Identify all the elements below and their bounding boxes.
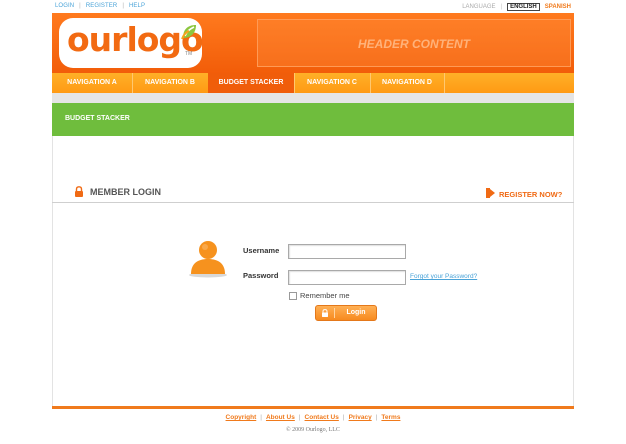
main-navigation: NAVIGATION A NAVIGATION B BUDGET STACKER… [52, 73, 574, 93]
nav-item-a[interactable]: NAVIGATION A [52, 73, 133, 93]
separator: | [500, 4, 503, 10]
separator: | [260, 414, 262, 421]
footer-link-contact[interactable]: Contact Us [305, 414, 339, 421]
lock-icon [75, 186, 83, 197]
trademark-mark: TM [185, 51, 193, 57]
help-link[interactable]: HELP [129, 3, 145, 9]
forgot-password-link[interactable]: Forgot your Password? [410, 273, 477, 280]
nav-item-budget-stacker[interactable]: BUDGET STACKER [208, 73, 295, 93]
login-button[interactable]: Login [315, 305, 377, 321]
user-avatar-icon [189, 241, 227, 278]
register-now-link[interactable]: REGISTER NOW? [499, 190, 562, 199]
leaf-icon [181, 25, 196, 40]
separator: | [375, 414, 378, 421]
separator: | [122, 3, 124, 9]
nav-item-b[interactable]: NAVIGATION B [132, 73, 209, 93]
language-switcher: LANGUAGE | ENGLISH SPANISH [462, 3, 571, 11]
separator: | [298, 414, 301, 421]
nav-item-d[interactable]: NAVIGATION D [370, 73, 445, 93]
arrow-right-icon [486, 188, 495, 198]
footer-rule [52, 406, 574, 409]
logo[interactable]: ourlogo TM [59, 18, 204, 68]
section-banner: BUDGET STACKER [52, 103, 574, 136]
language-english[interactable]: ENGLISH [507, 3, 540, 11]
login-link[interactable]: LOGIN [55, 3, 74, 9]
top-links: LOGIN | REGISTER | HELP [55, 3, 145, 9]
copyright-text: © 2009 Ourlogo, LLC [286, 427, 340, 433]
register-link[interactable]: REGISTER [86, 3, 117, 9]
footer-link-about[interactable]: About Us [266, 414, 295, 421]
remember-me-label[interactable]: Remember me [300, 291, 350, 300]
site-header: ourlogo TM HEADER CONTENT [52, 13, 574, 73]
language-spanish[interactable]: SPANISH [545, 4, 571, 10]
separator: | [342, 414, 345, 421]
footer-links: Copyright | About Us | Contact Us | Privacy | Te… [0, 414, 626, 421]
section-title: BUDGET STACKER [65, 115, 130, 122]
button-divider [334, 308, 335, 318]
footer-link-copyright[interactable]: Copyright [226, 414, 257, 421]
member-login-title: MEMBER LOGIN [90, 187, 161, 197]
remember-me-checkbox[interactable] [289, 292, 297, 300]
footer-link-privacy[interactable]: Privacy [349, 414, 372, 421]
footer-link-terms[interactable]: Terms [381, 414, 400, 421]
login-button-label: Login [346, 309, 366, 316]
top-utility-bar: LOGIN | REGISTER | HELP LANGUAGE | ENGLISH SPAN… [0, 0, 626, 13]
divider [52, 202, 574, 203]
nav-shadow-bar [52, 93, 574, 103]
lock-icon [322, 309, 328, 317]
password-input[interactable] [288, 270, 406, 285]
header-content-area: HEADER CONTENT [257, 19, 571, 67]
password-label: Password [243, 271, 279, 280]
username-input[interactable] [288, 244, 406, 259]
username-label: Username [243, 246, 280, 255]
separator: | [79, 3, 81, 9]
language-label: LANGUAGE [462, 4, 496, 10]
nav-item-c[interactable]: NAVIGATION C [294, 73, 371, 93]
header-content-text: HEADER CONTENT [357, 37, 470, 51]
